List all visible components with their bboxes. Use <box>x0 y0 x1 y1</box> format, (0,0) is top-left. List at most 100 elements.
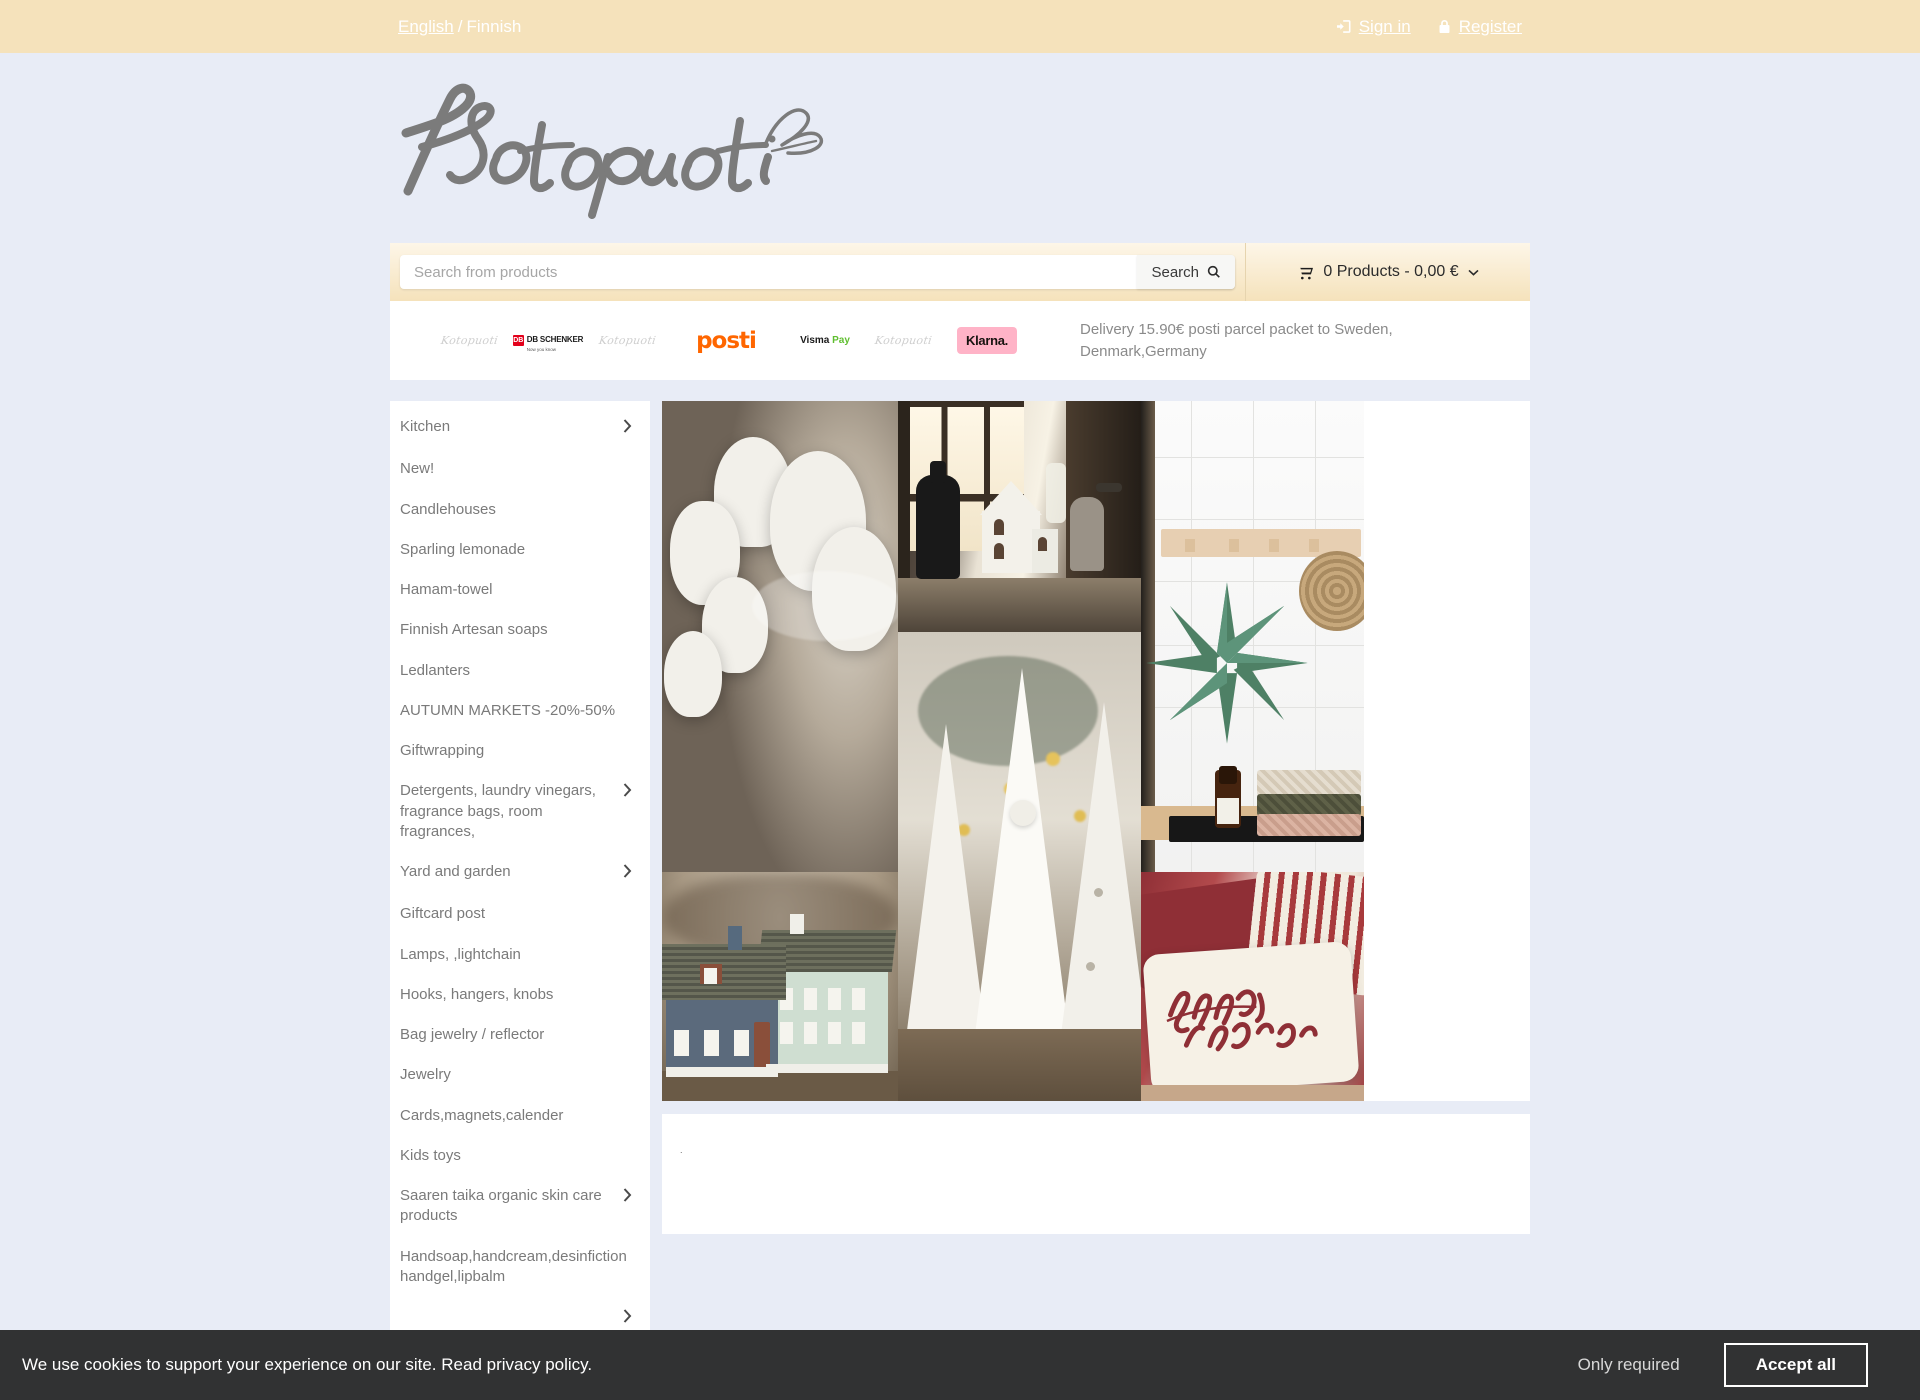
cart-dropdown[interactable]: 0 Products - 0,00 € <box>1297 263 1479 281</box>
content-panel-below-collage: . <box>662 1114 1530 1234</box>
partner-logo-kotopuoti-2: Kotopuoti <box>597 334 657 347</box>
sidebar-category-label: Lamps, ,lightchain <box>400 945 521 963</box>
sidebar-category-item[interactable]: Hooks, hangers, knobs <box>390 975 650 1015</box>
sidebar-category-label: New! <box>400 460 435 478</box>
sidebar-category-item[interactable]: Kitchen <box>390 407 650 449</box>
sidebar-category-label: Detergents, laundry vinegars, fragrance … <box>400 782 596 840</box>
sidebar-category-label: Finnish Artesan soaps <box>400 621 548 639</box>
schenker-mark: DB <box>512 335 524 346</box>
collage-tile-ceramic-gnomes[interactable] <box>898 632 1141 1101</box>
main-content: Kitchen New! Candlehouses Sparling lemonade… <box>390 401 1530 1400</box>
sidebar-category-item[interactable]: Yard and garden <box>390 852 650 894</box>
sign-in-icon <box>1336 19 1352 34</box>
sidebar-category-item[interactable]: Bag jewelry / reflector <box>390 1015 650 1055</box>
sidebar-category-item[interactable]: Detergents, laundry vinegars, fragrance … <box>390 771 650 852</box>
sidebar-category-item[interactable]: Candlehouses <box>390 490 650 530</box>
partner-logos-bar: Kotopuoti DB DB SCHENKER Now you know Ko… <box>390 301 1530 380</box>
sidebar-category-item[interactable]: Handsoap,handcream,desinfiction handgel,… <box>390 1237 650 1298</box>
sidebar-category-label: Yard and garden <box>400 863 511 880</box>
sidebar-category-label: Hooks, hangers, knobs <box>400 985 554 1003</box>
sidebar-category-label: Bag jewelry / reflector <box>400 1026 545 1043</box>
collage-tile-star-wall[interactable] <box>1141 401 1364 872</box>
partner-logo-kotopuoti-1: Kotopuoti <box>439 334 499 347</box>
sidebar-category-label: Jewelry <box>400 1066 451 1084</box>
sidebar-category-label: Giftwrapping <box>400 742 485 759</box>
sidebar-category-item[interactable]: Giftwrapping <box>390 731 650 771</box>
search-icon <box>1207 265 1220 278</box>
collage-tile-jingle-pillows[interactable] <box>1141 872 1364 1101</box>
partner-logo-visma-pay: Visma Pay <box>786 335 864 346</box>
search-cart-bar: Search 0 Products - 0,00 € <box>390 243 1530 301</box>
sidebar-category-item[interactable]: Finnish Artesan soaps <box>390 610 650 650</box>
category-sidebar: Kitchen New! Candlehouses Sparling lemonade… <box>390 401 650 1400</box>
chevron-right-icon <box>623 783 632 803</box>
sidebar-category-label: Kids toys <box>400 1146 461 1164</box>
hero-collage-column: . <box>662 401 1530 1400</box>
visma-pay-mark: Visma Pay <box>800 335 850 346</box>
search-button[interactable]: Search <box>1137 255 1235 289</box>
sidebar-category-item[interactable]: Saaren taika organic skin care products <box>390 1176 650 1237</box>
collage-tile-candle-houses[interactable] <box>662 872 898 1101</box>
partner-logo-kotopuoti-3: Kotopuoti <box>873 334 933 347</box>
search-input[interactable] <box>400 255 1235 289</box>
sidebar-category-item[interactable]: Giftcard post <box>390 894 650 934</box>
sidebar-category-item[interactable]: Jewelry <box>390 1055 650 1095</box>
cookie-message: We use cookies to support your experienc… <box>22 1355 1578 1375</box>
account-links: Sign in Register <box>1336 16 1522 37</box>
lock-icon <box>1437 19 1452 34</box>
panel-marker: . <box>680 1145 683 1155</box>
cookie-consent-bar: We use cookies to support your experienc… <box>0 1330 1920 1400</box>
language-english[interactable]: English <box>398 17 454 36</box>
kotopuoti-wordmark <box>401 83 824 219</box>
sidebar-category-item[interactable]: Hamam-towel <box>390 570 650 610</box>
language-switcher: English / Finnish <box>398 17 521 37</box>
collage-tile-window-house[interactable] <box>898 401 1141 632</box>
delivery-info: Delivery 15.90€ posti parcel packet to S… <box>1080 320 1393 360</box>
accept-all-button[interactable]: Accept all <box>1723 1343 1868 1387</box>
sidebar-category-item[interactable]: Sparling lemonade <box>390 530 650 570</box>
collage-tile-ceramic-angels[interactable] <box>662 401 898 872</box>
hero-collage <box>662 401 1530 1101</box>
sidebar-category-item[interactable]: Ledlanters <box>390 651 650 691</box>
cookie-message-text: We use cookies to support your experienc… <box>22 1355 437 1374</box>
register-label: Register <box>1458 16 1522 36</box>
chevron-right-icon <box>623 864 632 884</box>
cart-label: 0 Products - 0,00 € <box>1323 263 1459 280</box>
sidebar-category-label: Cards,magnets,calender <box>400 1106 564 1124</box>
language-finnish[interactable]: Finnish <box>467 17 522 36</box>
sidebar-category-item[interactable]: New! <box>390 449 650 489</box>
sidebar-category-label: Saaren taika organic skin care products <box>400 1187 602 1225</box>
sidebar-category-label: Kitchen <box>400 418 451 435</box>
sidebar-category-label: Candlehouses <box>400 500 496 518</box>
sidebar-category-label: AUTUMN MARKETS -20%-50% <box>400 701 616 719</box>
sidebar-category-item[interactable]: Kids toys <box>390 1136 650 1176</box>
sidebar-category-label: Giftcard post <box>400 905 486 923</box>
chevron-right-icon <box>623 1309 632 1329</box>
sign-in-label: Sign in <box>1358 16 1411 36</box>
sidebar-category-item[interactable]: Lamps, ,lightchain <box>390 935 650 975</box>
paper-star-icon <box>1146 582 1308 744</box>
search-button-label: Search <box>1151 263 1199 281</box>
sidebar-category-label: Sparling lemonade <box>400 540 526 558</box>
partner-logo-posti: posti <box>696 327 757 354</box>
sidebar-category-label: Handsoap,handcream,desinfiction handgel,… <box>400 1247 627 1285</box>
site-logo[interactable] <box>390 53 1530 243</box>
sidebar-category-item[interactable]: Cards,magnets,calender <box>390 1096 650 1136</box>
chevron-right-icon <box>623 1188 632 1208</box>
jingle-all-the-way-script <box>1166 989 1318 1052</box>
language-separator: / <box>457 16 463 36</box>
only-required-button[interactable]: Only required <box>1578 1355 1680 1375</box>
payment-shipping-logos: Kotopuoti DB DB SCHENKER Now you know Ko… <box>430 327 1032 354</box>
cookie-buttons: Only required Accept all <box>1578 1343 1868 1387</box>
partner-logo-db-schenker: DB DB SCHENKER Now you know <box>512 335 584 352</box>
chevron-right-icon <box>623 419 632 439</box>
partner-logo-klarna: Klarna. <box>942 327 1032 354</box>
top-utility-bar: English / Finnish Sign in Register <box>0 0 1920 53</box>
privacy-policy-link[interactable]: Read privacy policy. <box>441 1355 592 1374</box>
sidebar-category-label: Hamam-towel <box>400 581 493 598</box>
sidebar-category-label: Ledlanters <box>400 661 471 679</box>
shopping-cart-icon <box>1297 265 1314 279</box>
sign-in-link[interactable]: Sign in <box>1336 16 1411 37</box>
sidebar-category-item[interactable]: AUTUMN MARKETS -20%-50% <box>390 691 650 731</box>
register-link[interactable]: Register <box>1437 17 1522 37</box>
